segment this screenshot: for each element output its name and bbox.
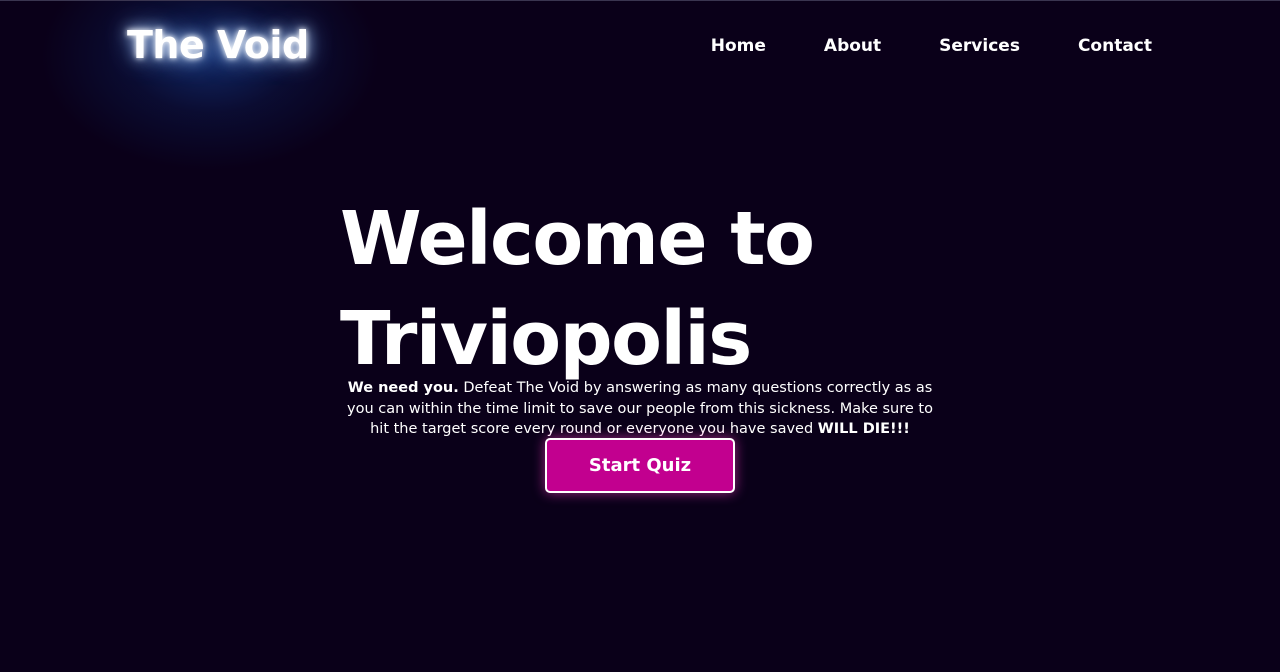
nav-services-link[interactable]: Services — [939, 36, 1020, 56]
page: The Void Home About Services Contact Wel… — [0, 0, 1280, 672]
start-quiz-button[interactable]: Start Quiz — [545, 438, 735, 493]
hero-intro-warning: WILL DIE!!! — [817, 421, 910, 437]
nav-home-link[interactable]: Home — [711, 36, 766, 56]
nav-contact-link[interactable]: Contact — [1078, 36, 1152, 56]
main-nav: Home About Services Contact — [711, 36, 1152, 56]
hero-title-line-2: Triviopolis — [340, 296, 752, 382]
hero-title: Welcome to Triviopolis — [340, 189, 980, 389]
site-logo[interactable]: The Void — [127, 23, 309, 67]
hero-intro-lead: We need you. — [347, 380, 459, 396]
hero-title-line-1: Welcome to — [340, 196, 815, 282]
hero-intro: We need you. Defeat The Void by answerin… — [340, 378, 940, 440]
nav-about-link[interactable]: About — [824, 36, 881, 56]
